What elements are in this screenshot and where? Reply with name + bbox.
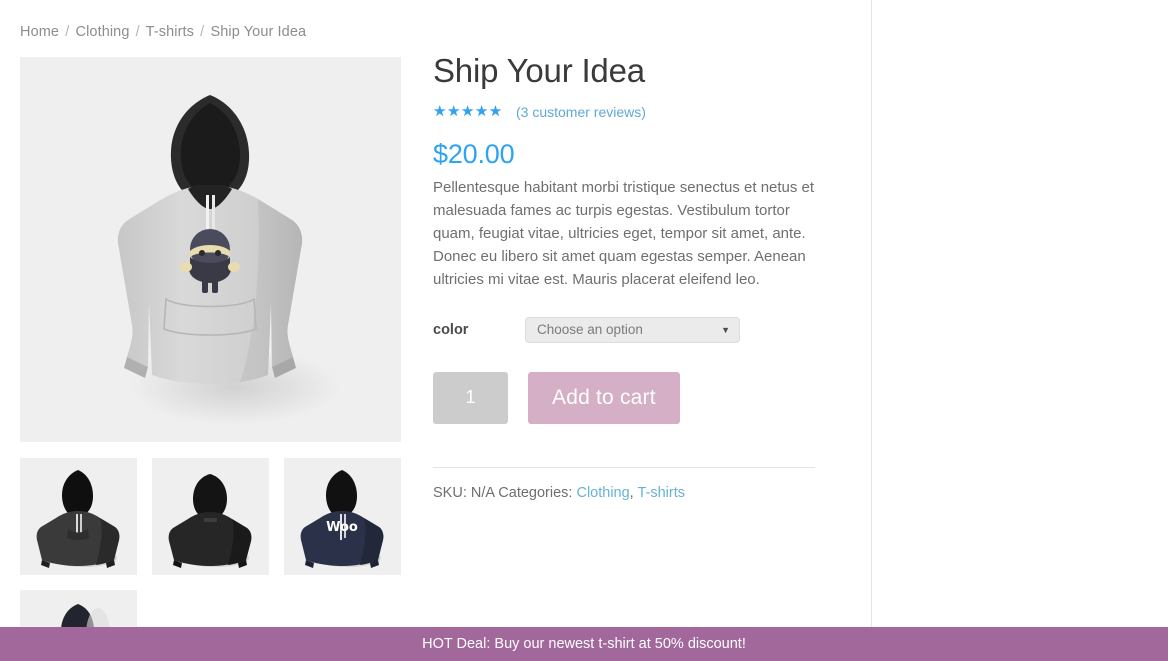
variation-label-color: color	[433, 321, 469, 338]
category-separator: ,	[629, 484, 634, 501]
product-page: Home / Clothing / T-shirts / Ship Your I…	[0, 0, 1168, 661]
summary-divider	[433, 466, 815, 468]
star-rating[interactable]: ★★★★★ ★★★★★	[433, 104, 509, 119]
gray-hoodie-with-ninja-graphic-illustration	[20, 57, 401, 442]
breadcrumb-item-home[interactable]: Home	[20, 24, 59, 40]
product-gallery	[20, 57, 401, 442]
variation-select-color[interactable]: Choose an optionBlackGreenRed	[525, 316, 740, 343]
sku-label: SKU:	[433, 484, 467, 501]
sku-value: N/A	[470, 484, 495, 501]
dark-gray-hoodie-front-illustration	[20, 458, 137, 575]
black-hoodie-back-illustration	[152, 458, 269, 575]
breadcrumb: Home / Clothing / T-shirts / Ship Your I…	[20, 24, 306, 40]
cart-row: Add to cart	[433, 371, 815, 424]
category-link-tshirts[interactable]: T-shirts	[637, 485, 685, 501]
customer-reviews-link[interactable]: (3 customer reviews)	[516, 104, 646, 120]
breadcrumb-separator: /	[65, 24, 70, 40]
product-main-image[interactable]	[20, 57, 401, 442]
svg-text:Woo: Woo	[326, 520, 358, 535]
breadcrumb-separator: /	[135, 24, 140, 40]
product-description: Pellentesque habitant morbi tristique se…	[433, 178, 815, 288]
main-content-column: Home / Clothing / T-shirts / Ship Your I…	[0, 0, 872, 661]
breadcrumb-item-tshirts[interactable]: T-shirts	[146, 24, 194, 40]
rating-row: ★★★★★ ★★★★★ (3 customer reviews)	[433, 103, 815, 121]
breadcrumb-item-clothing[interactable]: Clothing	[76, 24, 130, 40]
promo-banner-text: HOT Deal: Buy our newest t-shirt at 50% …	[422, 636, 746, 652]
star-rating-filled-icon: ★★★★★	[433, 104, 502, 120]
product-summary: Ship Your Idea ★★★★★ ★★★★★ (3 customer r…	[433, 52, 815, 501]
page-title: Ship Your Idea	[433, 52, 645, 89]
quantity-input[interactable]	[433, 371, 508, 424]
breadcrumb-separator: /	[200, 24, 205, 40]
product-meta: SKU: N/A Categories: Clothing, T-shirts	[433, 485, 815, 501]
product-thumbnail-dark-gray-hoodie-front[interactable]	[20, 458, 137, 575]
variation-select-wrap: Choose an optionBlackGreenRed ▼	[525, 316, 740, 343]
product-thumbnail-black-hoodie-back[interactable]	[152, 458, 269, 575]
add-to-cart-button[interactable]: Add to cart	[528, 371, 680, 424]
product-thumbnail-navy-hoodie-woo-logo[interactable]: Woo	[284, 458, 401, 575]
breadcrumb-item-current: Ship Your Idea	[210, 24, 307, 40]
product-price: $20.00	[433, 138, 515, 169]
promo-banner[interactable]: HOT Deal: Buy our newest t-shirt at 50% …	[0, 627, 1168, 661]
sidebar: Search Recent Comments Mr WordPress on H…	[873, 0, 1168, 661]
navy-hoodie-woo-logo-illustration: Woo	[284, 458, 401, 575]
category-link-clothing[interactable]: Clothing	[576, 485, 629, 501]
variation-row: color Choose an optionBlackGreenRed ▼	[433, 316, 815, 343]
categories-label: Categories:	[498, 484, 573, 501]
